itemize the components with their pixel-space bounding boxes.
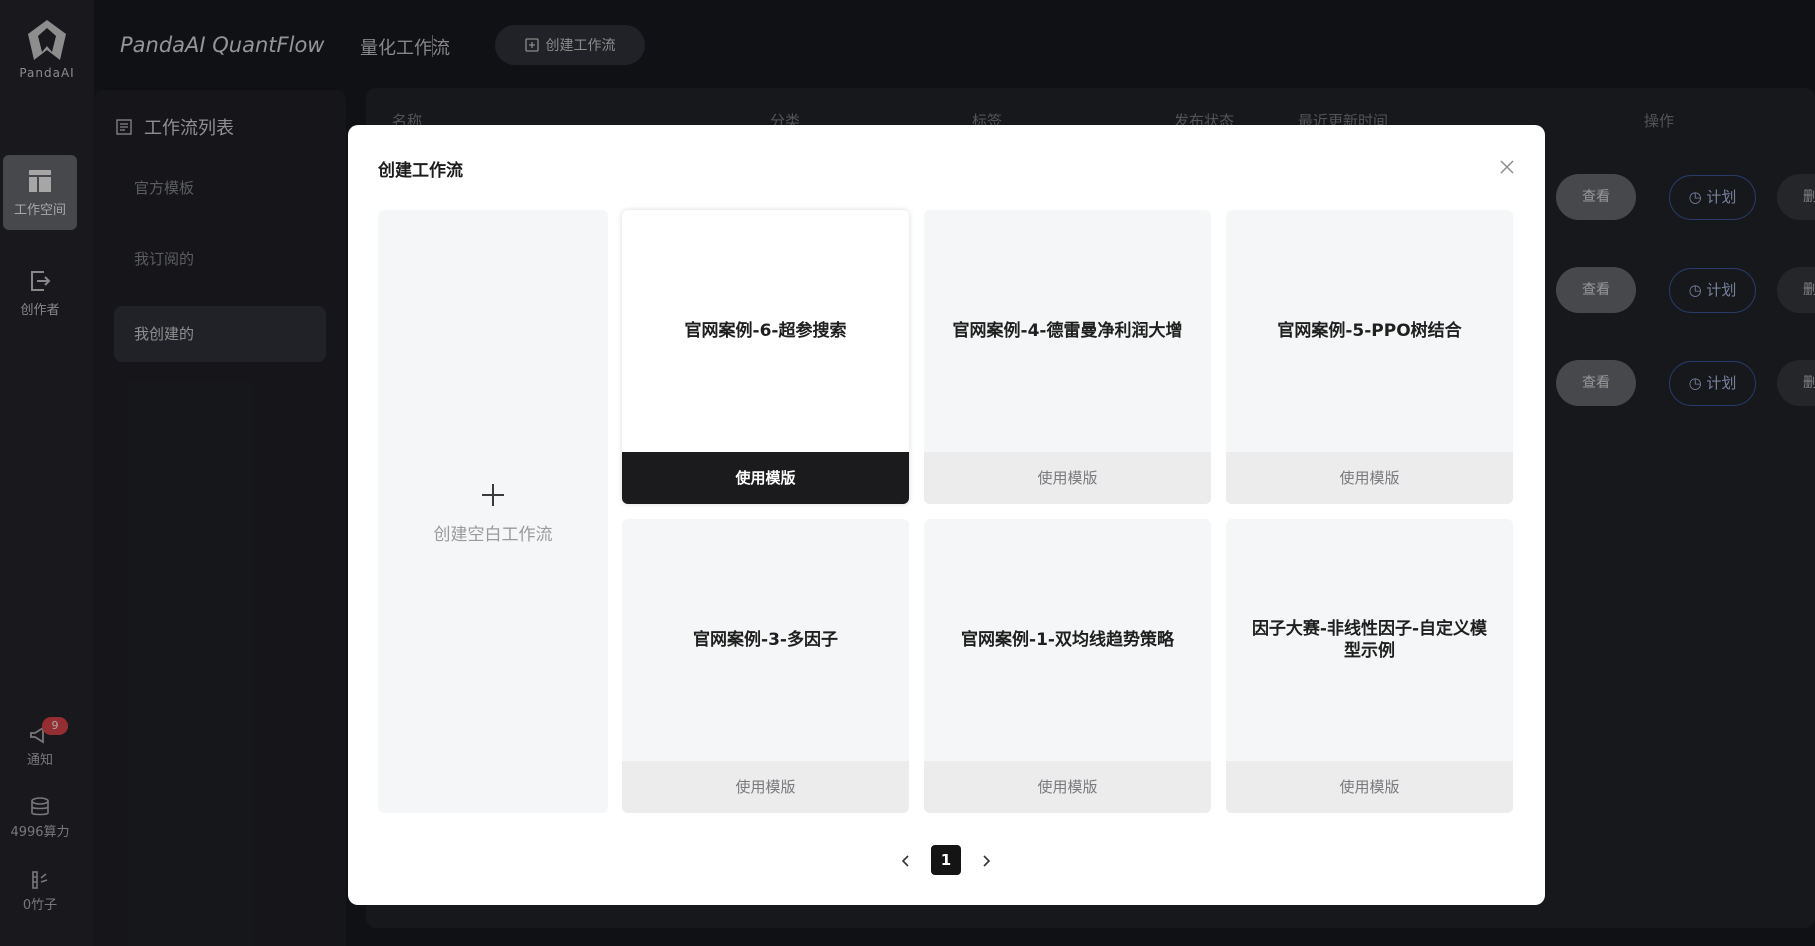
template-name: 因子大赛-非线性因子-自定义模型示例 xyxy=(1251,619,1488,661)
create-blank-workflow-card[interactable]: 创建空白工作流 xyxy=(378,210,608,813)
template-name: 官网案例-3-多因子 xyxy=(693,630,838,650)
use-template-button[interactable]: 使用模版 xyxy=(1226,452,1513,504)
modal-title: 创建工作流 xyxy=(378,161,463,181)
page-number-current[interactable]: 1 xyxy=(931,845,961,875)
use-template-button[interactable]: 使用模版 xyxy=(924,452,1211,504)
plus-icon xyxy=(482,484,504,506)
template-card[interactable]: 官网案例-5-PPO树结合 使用模版 xyxy=(1226,210,1513,504)
template-card[interactable]: 官网案例-3-多因子 使用模版 xyxy=(622,519,909,813)
use-template-button[interactable]: 使用模版 xyxy=(924,761,1211,813)
use-template-button[interactable]: 使用模版 xyxy=(622,761,909,813)
template-name: 官网案例-1-双均线趋势策略 xyxy=(961,630,1174,650)
use-template-button[interactable]: 使用模版 xyxy=(622,452,909,504)
pagination: 1 xyxy=(348,845,1545,875)
template-name: 官网案例-6-超参搜索 xyxy=(684,321,847,341)
chevron-left-icon[interactable] xyxy=(896,851,916,871)
template-name: 官网案例-4-德雷曼净利润大增 xyxy=(952,321,1183,341)
use-template-button[interactable]: 使用模版 xyxy=(1226,761,1513,813)
create-workflow-modal: 创建工作流 创建空白工作流 官网案例-6-超参搜索 使用模版 官网案例-4-德雷… xyxy=(348,125,1545,905)
template-card[interactable]: 官网案例-1-双均线趋势策略 使用模版 xyxy=(924,519,1211,813)
chevron-right-icon[interactable] xyxy=(976,851,996,871)
template-card[interactable]: 因子大赛-非线性因子-自定义模型示例 使用模版 xyxy=(1226,519,1513,813)
template-name: 官网案例-5-PPO树结合 xyxy=(1277,321,1462,341)
template-card[interactable]: 官网案例-6-超参搜索 使用模版 xyxy=(622,210,909,504)
blank-workflow-label: 创建空白工作流 xyxy=(433,525,553,545)
close-icon[interactable] xyxy=(1497,157,1517,177)
template-card[interactable]: 官网案例-4-德雷曼净利润大增 使用模版 xyxy=(924,210,1211,504)
